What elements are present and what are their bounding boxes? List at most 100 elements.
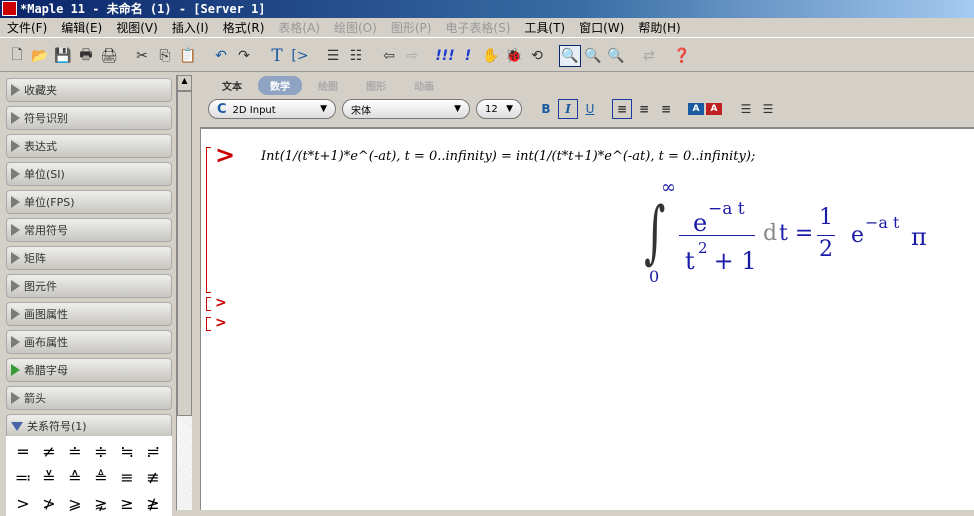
symbol-button[interactable]: ⩾ bbox=[62, 490, 88, 516]
menu-drawing[interactable]: 图形(P) bbox=[384, 19, 439, 36]
palette-common-symbols[interactable]: 常用符号 bbox=[6, 218, 172, 242]
outdent-icon[interactable]: ☷ bbox=[345, 45, 367, 67]
menu-spreadsheet[interactable]: 电子表格(S) bbox=[438, 19, 517, 36]
execute-all-icon[interactable]: !!! bbox=[434, 45, 456, 67]
align-left-icon[interactable]: ≡ bbox=[612, 99, 632, 119]
underline-button[interactable]: U bbox=[580, 99, 600, 119]
tab-math[interactable]: 数学 bbox=[258, 75, 302, 95]
symbol-button[interactable]: ≑ bbox=[88, 438, 114, 464]
align-center-icon[interactable]: ≡ bbox=[634, 99, 654, 119]
symbol-button[interactable]: ≐ bbox=[62, 438, 88, 464]
symbol-button[interactable]: ≯ bbox=[36, 490, 62, 516]
symbol-button[interactable]: ≜ bbox=[88, 464, 114, 490]
new-icon[interactable]: 🗋 bbox=[6, 45, 28, 67]
palette-label: 画布属性 bbox=[24, 336, 68, 349]
redo-icon[interactable]: ↷ bbox=[233, 45, 255, 67]
tab-plot[interactable]: 绘图 bbox=[306, 76, 350, 95]
palette-favorites[interactable]: 收藏夹 bbox=[6, 78, 172, 102]
print-icon[interactable]: 🖶 bbox=[75, 45, 97, 67]
palette-relations[interactable]: 关系符号(1) bbox=[6, 414, 172, 438]
symbol-button[interactable]: ≙ bbox=[62, 464, 88, 490]
palette-expression[interactable]: 表达式 bbox=[6, 134, 172, 158]
menu-table[interactable]: 表格(A) bbox=[271, 19, 327, 36]
palette-arrows[interactable]: 箭头 bbox=[6, 386, 172, 410]
highlight-color-icon[interactable]: A bbox=[706, 103, 722, 115]
symbol-button[interactable]: ≒ bbox=[114, 438, 140, 464]
numerator-exponent: −a t bbox=[708, 199, 745, 219]
indent-icon[interactable]: ☰ bbox=[322, 45, 344, 67]
scroll-thumb[interactable] bbox=[177, 91, 192, 416]
symbol-button[interactable]: ≢ bbox=[140, 464, 166, 490]
palette-canvas-properties[interactable]: 画布属性 bbox=[6, 330, 172, 354]
palette-handwriting[interactable]: 符号识别 bbox=[6, 106, 172, 130]
tab-animation[interactable]: 动画 bbox=[402, 76, 446, 95]
variable-t-equals: t = bbox=[779, 221, 814, 246]
undo-icon[interactable]: ↶ bbox=[210, 45, 232, 67]
symbol-button[interactable]: ≚ bbox=[36, 464, 62, 490]
symbol-button[interactable]: ≡ bbox=[114, 464, 140, 490]
font-select[interactable]: 宋体 ▼ bbox=[342, 99, 470, 119]
symbol-button[interactable]: = bbox=[10, 438, 36, 464]
menu-tools[interactable]: 工具(T) bbox=[517, 19, 572, 36]
menu-help[interactable]: 帮助(H) bbox=[631, 19, 687, 36]
menu-insert[interactable]: 插入(I) bbox=[165, 19, 216, 36]
scroll-up-icon[interactable]: ▲ bbox=[177, 75, 192, 91]
debug-bug-icon[interactable]: 🐞 bbox=[503, 45, 525, 67]
restart-icon[interactable]: ⟲ bbox=[526, 45, 548, 67]
input-mode-value: 2D Input bbox=[232, 104, 276, 116]
palette-plot-properties[interactable]: 画图属性 bbox=[6, 302, 172, 326]
print-preview-icon[interactable]: 🖨 bbox=[98, 45, 120, 67]
main-toolbar: 🗋 📂 💾 🖶 🖨 ✂ ⎘ 📋 ↶ ↷ T [> ☰ ☷ ⇦ ⇨ !!! ! ✋… bbox=[0, 40, 974, 72]
italic-button[interactable]: I bbox=[558, 99, 578, 119]
tab-drawing[interactable]: 图形 bbox=[354, 76, 398, 95]
palette-greek[interactable]: 希腊字母 bbox=[6, 358, 172, 382]
symbol-button[interactable]: ≕ bbox=[10, 464, 36, 490]
palette-matrix[interactable]: 矩阵 bbox=[6, 246, 172, 270]
input-mode-select[interactable]: C 2D Input ▼ bbox=[208, 99, 336, 119]
palette-units-fps[interactable]: 单位(FPS) bbox=[6, 190, 172, 214]
menu-window[interactable]: 窗口(W) bbox=[572, 19, 631, 36]
stop-hand-icon[interactable]: ✋ bbox=[480, 45, 502, 67]
cut-icon[interactable]: ✂ bbox=[131, 45, 153, 67]
menu-plot[interactable]: 绘图(O) bbox=[327, 19, 384, 36]
menu-edit[interactable]: 编辑(E) bbox=[54, 19, 109, 36]
math-input-line[interactable]: Int(1/(t*t+1)*e^(-at), t = 0..infinity) … bbox=[261, 149, 755, 164]
zoom-200-icon[interactable]: 🔍 bbox=[605, 45, 627, 67]
symbol-button[interactable]: ⋧ bbox=[88, 490, 114, 516]
worksheet[interactable]: > Int(1/(t*t+1)*e^(-at), t = 0..infinity… bbox=[200, 127, 974, 510]
open-icon[interactable]: 📂 bbox=[29, 45, 51, 67]
symbol-button[interactable]: ≠ bbox=[36, 438, 62, 464]
palette-units-si[interactable]: 单位(SI) bbox=[6, 162, 172, 186]
bullet-list-icon[interactable]: ☰ bbox=[736, 99, 756, 119]
numbered-list-icon[interactable]: ☰ bbox=[758, 99, 778, 119]
collapsed-triangle-icon bbox=[11, 308, 20, 320]
symbol-button[interactable]: > bbox=[10, 490, 36, 516]
palette-components[interactable]: 图元件 bbox=[6, 274, 172, 298]
palette-scrollbar[interactable]: ▲ bbox=[176, 75, 192, 510]
help-icon[interactable]: ❓ bbox=[671, 45, 693, 67]
menu-format[interactable]: 格式(R) bbox=[216, 19, 272, 36]
symbol-button[interactable]: ≱ bbox=[140, 490, 166, 516]
execute-icon[interactable]: ! bbox=[457, 45, 479, 67]
menu-view[interactable]: 视图(V) bbox=[109, 19, 165, 36]
text-color-icon[interactable]: A bbox=[688, 103, 704, 115]
palette-label: 符号识别 bbox=[24, 112, 68, 125]
bold-button[interactable]: B bbox=[536, 99, 556, 119]
symbol-button[interactable]: ≥ bbox=[114, 490, 140, 516]
zoom-100-icon[interactable]: 🔍 bbox=[559, 44, 581, 67]
toggle-icon[interactable]: ⇄ bbox=[638, 45, 660, 67]
text-mode-icon[interactable]: T bbox=[266, 45, 288, 67]
symbol-button[interactable]: ≓ bbox=[140, 438, 166, 464]
forward-arrow-icon[interactable]: ⇨ bbox=[401, 45, 423, 67]
paste-icon[interactable]: 📋 bbox=[177, 45, 199, 67]
font-value: 宋体 bbox=[351, 105, 371, 117]
zoom-150-icon[interactable]: 🔍 bbox=[582, 45, 604, 67]
font-size-select[interactable]: 12 ▼ bbox=[476, 99, 522, 119]
back-arrow-icon[interactable]: ⇦ bbox=[378, 45, 400, 67]
save-icon[interactable]: 💾 bbox=[52, 45, 74, 67]
copy-icon[interactable]: ⎘ bbox=[154, 45, 176, 67]
math-prompt-icon[interactable]: [> bbox=[289, 45, 311, 67]
align-right-icon[interactable]: ≡ bbox=[656, 99, 676, 119]
tab-text[interactable]: 文本 bbox=[210, 76, 254, 95]
menu-file[interactable]: 文件(F) bbox=[0, 19, 54, 36]
